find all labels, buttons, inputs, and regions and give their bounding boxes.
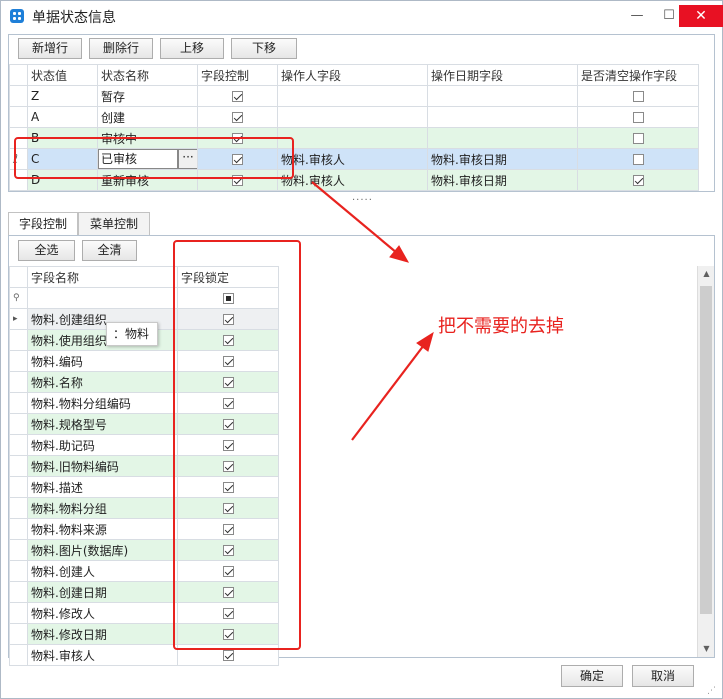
annotation-arrows [311, 181, 434, 441]
arrow-to-lock-column [311, 181, 398, 254]
arrow-head [416, 331, 434, 352]
arrow-from-note [351, 344, 425, 441]
